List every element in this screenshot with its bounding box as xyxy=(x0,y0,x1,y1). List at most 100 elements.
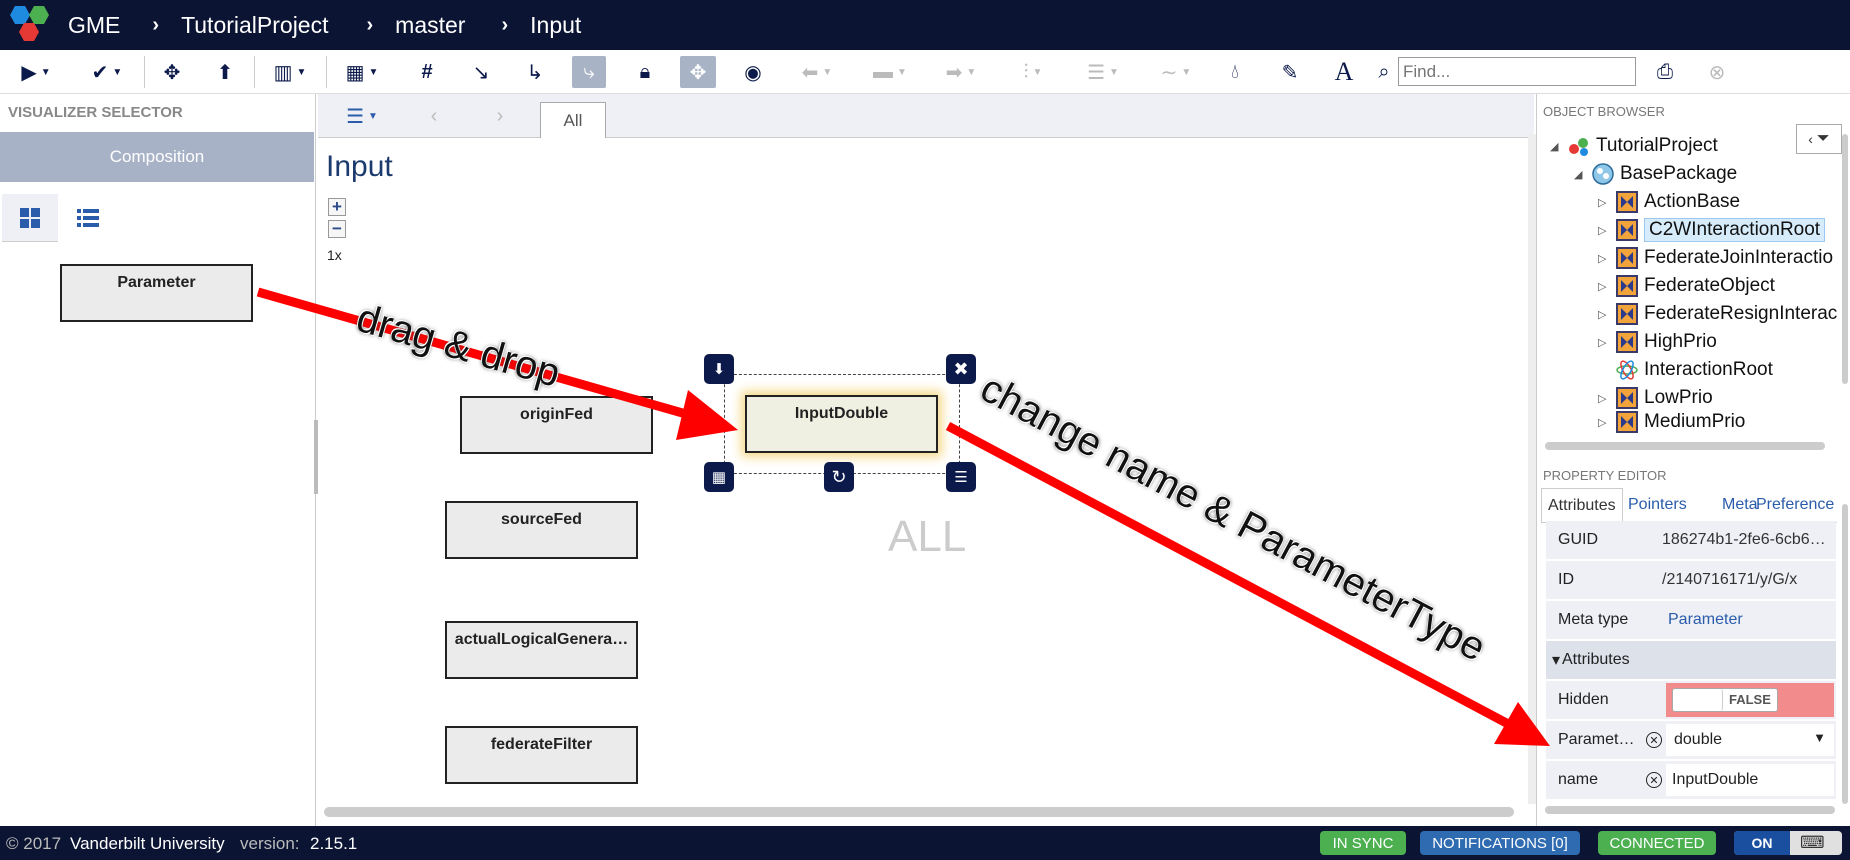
grid-handle-icon[interactable]: ▦ xyxy=(704,462,734,492)
connection-routing-button[interactable]: ⤷ xyxy=(572,56,606,88)
tree-item-actionbase[interactable]: ▷ ActionBase xyxy=(1598,188,1740,216)
canvas-list-button[interactable]: ☰ ▼ xyxy=(340,100,384,132)
visualizer-composition[interactable]: Composition xyxy=(0,132,314,182)
aspect-watermark: ALL xyxy=(888,512,967,561)
in-sync-badge[interactable]: IN SYNC xyxy=(1320,831,1406,855)
property-value-id[interactable]: /2140716171/y/G/x xyxy=(1662,571,1797,589)
clear-button[interactable]: ⊗ xyxy=(1702,56,1732,88)
tree-item-federateresigninteraction[interactable]: ▷ FederateResignInterac xyxy=(1598,300,1838,328)
property-editor-hscroll[interactable] xyxy=(1545,806,1835,814)
crosshair-button[interactable]: ✥ xyxy=(157,56,187,88)
arrow-elbow-icon: ↳ xyxy=(526,61,544,84)
hidden-toggle[interactable]: FALSE xyxy=(1672,688,1778,712)
print-button[interactable]: ⎙ xyxy=(1650,56,1680,88)
tab-list-view[interactable] xyxy=(60,194,116,242)
list-icon: ☰ xyxy=(346,105,365,128)
grid-button[interactable]: ▦ ▼ xyxy=(340,56,384,88)
border-color-button[interactable]: ✎ xyxy=(1276,56,1304,88)
status-footer: © 2017 Vanderbilt University version: 2.… xyxy=(0,826,1850,860)
property-value-metatype[interactable]: Parameter xyxy=(1668,611,1743,629)
layout-toggle-button[interactable]: ▥ ▼ xyxy=(268,56,312,88)
move-button[interactable]: ✥ xyxy=(680,56,716,88)
tab-pointers[interactable]: Pointers xyxy=(1622,488,1693,522)
tree-item-c2winteractionroot[interactable]: ▷ C2WInteractionRoot xyxy=(1598,216,1826,244)
gme-logo[interactable] xyxy=(0,0,58,50)
browser-filter-button[interactable]: ‹ ⏷ xyxy=(1796,124,1842,154)
find-input[interactable] xyxy=(1398,57,1636,86)
object-browser-vscroll[interactable] xyxy=(1842,134,1848,384)
model-element-originfed[interactable]: originFed xyxy=(460,396,653,454)
tree-item-mediumprio[interactable]: ▷ MediumPrio xyxy=(1598,410,1745,434)
fill-color-button[interactable]: 💧︎ xyxy=(1222,56,1248,88)
reset-circle-icon[interactable]: ✕ xyxy=(1646,732,1662,748)
chevron-left-icon: ‹ xyxy=(430,104,438,127)
model-element-sourcefed[interactable]: sourceFed xyxy=(445,501,638,559)
rotate-handle-icon[interactable]: ↻ xyxy=(824,462,854,492)
tab-all[interactable]: All xyxy=(540,102,606,138)
tree-item-federatejoininteraction[interactable]: ▷ FederateJoinInteractio xyxy=(1598,244,1838,272)
app-name[interactable]: GME xyxy=(68,0,120,50)
lock-button[interactable]: 🔒︎ xyxy=(630,56,660,88)
back-button[interactable]: ‹ xyxy=(422,100,446,132)
canvas-vertical-scrollbar[interactable] xyxy=(1528,134,1536,804)
visualizer-panel: VISUALIZER SELECTOR Composition Paramete… xyxy=(0,94,316,826)
model-element-federatefilter[interactable]: federateFilter xyxy=(445,726,638,784)
property-value-guid[interactable]: 186274b1-2fe6-6cb6… xyxy=(1662,531,1834,549)
tree-item-highprio[interactable]: ▷ HighPrio xyxy=(1598,328,1717,356)
expanded-arrow-icon: ◢ xyxy=(1574,168,1583,181)
arrow-right-button[interactable]: ➡ ▼ xyxy=(940,56,982,88)
property-editor-vscroll[interactable] xyxy=(1842,504,1848,804)
hidden-value: FALSE xyxy=(1729,692,1771,707)
collapsed-arrow-icon: ▷ xyxy=(1598,336,1607,349)
zoom-in-button[interactable]: + xyxy=(328,197,346,216)
name-input[interactable]: InputDouble xyxy=(1666,764,1834,796)
object-browser-hscroll[interactable] xyxy=(1545,442,1825,450)
connection-elbow-button[interactable]: ↳ xyxy=(520,56,550,88)
collapsed-arrow-icon: ▷ xyxy=(1598,280,1607,293)
model-element-actuallogicalgeneration[interactable]: actualLogicalGenera… xyxy=(445,621,638,679)
download-handle-icon[interactable]: ⬇ xyxy=(704,354,734,384)
tree-item-interactionroot[interactable]: InteractionRoot xyxy=(1598,356,1773,384)
breadcrumb-project[interactable]: TutorialProject xyxy=(181,0,328,50)
attributes-section-header[interactable]: ▾ Attributes xyxy=(1546,641,1836,679)
breadcrumb-branch[interactable]: master xyxy=(395,0,465,50)
list-handle-icon[interactable]: ☰ xyxy=(946,462,976,492)
breadcrumb-node[interactable]: Input xyxy=(530,0,581,50)
grid-icon xyxy=(20,207,40,228)
tree-item-federateobject[interactable]: ▷ FederateObject xyxy=(1598,272,1775,300)
hashtag-icon: # xyxy=(421,60,433,83)
line-style-button[interactable]: ▬ ▼ xyxy=(870,56,910,88)
tab-preferences[interactable]: Preference xyxy=(1750,488,1838,522)
palette-item-parameter[interactable]: Parameter xyxy=(60,264,253,322)
notifications-badge[interactable]: NOTIFICATIONS [0] xyxy=(1420,831,1580,855)
parametertype-select[interactable]: double ▼ xyxy=(1666,724,1834,756)
delete-handle-icon[interactable]: ✖ xyxy=(946,354,976,384)
arrow-left-button[interactable]: ⬅ ▼ xyxy=(796,56,838,88)
tab-grid-view[interactable] xyxy=(2,194,58,242)
text-color-button[interactable]: A xyxy=(1330,56,1358,88)
canvas-horizontal-scrollbar[interactable] xyxy=(324,807,1514,817)
tree-item-basepackage[interactable]: ◢ BasePackage xyxy=(1574,160,1737,188)
connected-badge[interactable]: CONNECTED xyxy=(1598,831,1716,855)
reset-circle-icon[interactable]: ✕ xyxy=(1646,772,1662,788)
grid-icon: ▦ xyxy=(345,61,365,84)
tree-item-lowprio[interactable]: ▷ LowPrio xyxy=(1598,384,1713,412)
upload-button[interactable]: ⬆ xyxy=(210,56,240,88)
keyboard-toggle[interactable]: ON ⌨ xyxy=(1734,831,1842,855)
tree-item-root[interactable]: ◢ TutorialProject xyxy=(1550,132,1718,160)
line-curve-button[interactable]: ∼ ▼ xyxy=(1154,56,1198,88)
sliders-button[interactable]: ⫶ ▼ xyxy=(1012,56,1054,88)
play-plugin-button[interactable]: ▶ ▼ xyxy=(14,56,58,88)
tab-attributes[interactable]: Attributes xyxy=(1541,488,1623,522)
connection-straight-button[interactable]: ↘ xyxy=(466,56,496,88)
org-link[interactable]: Vanderbilt University xyxy=(70,834,225,854)
line-width-button[interactable]: ☰ ▼ xyxy=(1082,56,1124,88)
forward-button[interactable]: › xyxy=(488,100,512,132)
visibility-button[interactable]: ◉ xyxy=(738,56,768,88)
hashtag-button[interactable]: # xyxy=(412,56,442,88)
zoom-out-button[interactable]: − xyxy=(328,219,346,238)
check-constraints-button[interactable]: ✔ ▼ xyxy=(84,56,130,88)
model-canvas[interactable]: ☰ ▼ ‹ › All Input + − 1x originFed source… xyxy=(318,94,1536,826)
model-icon xyxy=(1616,219,1638,241)
model-element-inputdouble[interactable]: InputDouble xyxy=(745,395,938,453)
